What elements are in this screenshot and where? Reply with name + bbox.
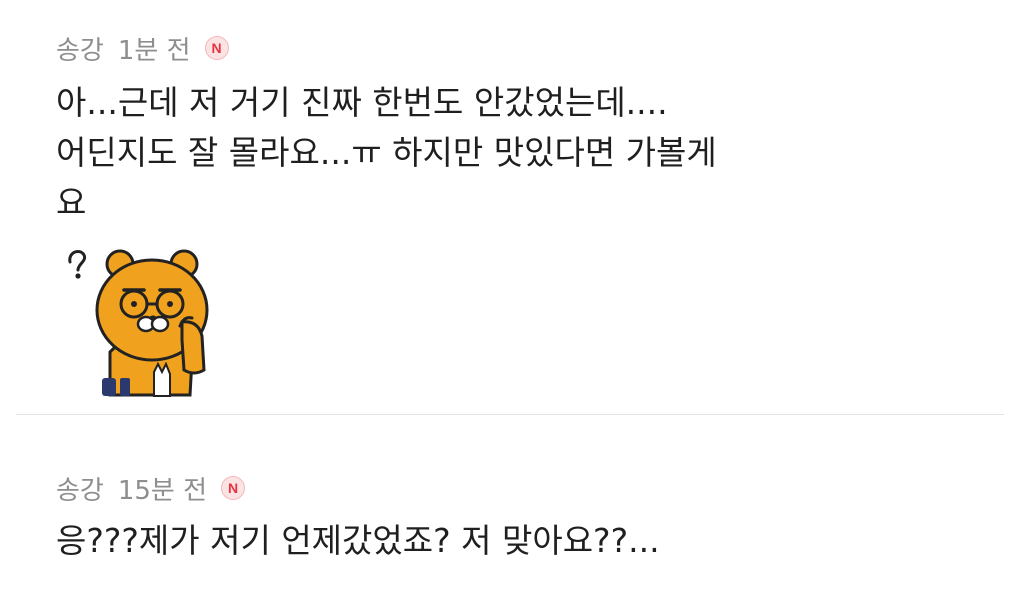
comment-line: 요 <box>56 183 87 222</box>
comment-meta: 송강 1분 전 N <box>56 26 998 70</box>
new-badge-icon: N <box>221 476 246 500</box>
comment-meta: 송강 15분 전 N <box>56 466 998 510</box>
comment-author[interactable]: 송강 <box>56 470 104 507</box>
comment-item: 송강 1분 전 N 아...근데 저 거기 진짜 한번도 안갔었는데.... 어딘… <box>56 26 998 228</box>
comment-line: 응???제가 저기 언제갔었죠? 저 맞아요??... <box>56 521 660 560</box>
ryan-thinking-sticker[interactable] <box>62 240 222 400</box>
comment-line: 아...근데 저 거기 진짜 한번도 안갔었는데.... <box>56 83 668 122</box>
new-badge-icon: N <box>204 36 229 60</box>
comment-time: 15분 전 <box>117 475 208 506</box>
comment-divider <box>16 414 1004 415</box>
comment-author[interactable]: 송강 <box>56 30 104 67</box>
comment-item: 송강 15분 전 N 응???제가 저기 언제갔었죠? 저 맞아요??... <box>56 466 998 566</box>
comment-line: 어딘지도 잘 몰라요...ㅠ 하지만 맛있다면 가볼게 <box>56 133 717 172</box>
question-mark-icon <box>68 250 87 279</box>
comment-text: 응???제가 저기 언제갔었죠? 저 맞아요??... <box>56 516 956 566</box>
comment-text: 아...근데 저 거기 진짜 한번도 안갔었는데.... 어딘지도 잘 몰라요..… <box>56 78 816 228</box>
comment-time: 1분 전 <box>117 35 191 66</box>
